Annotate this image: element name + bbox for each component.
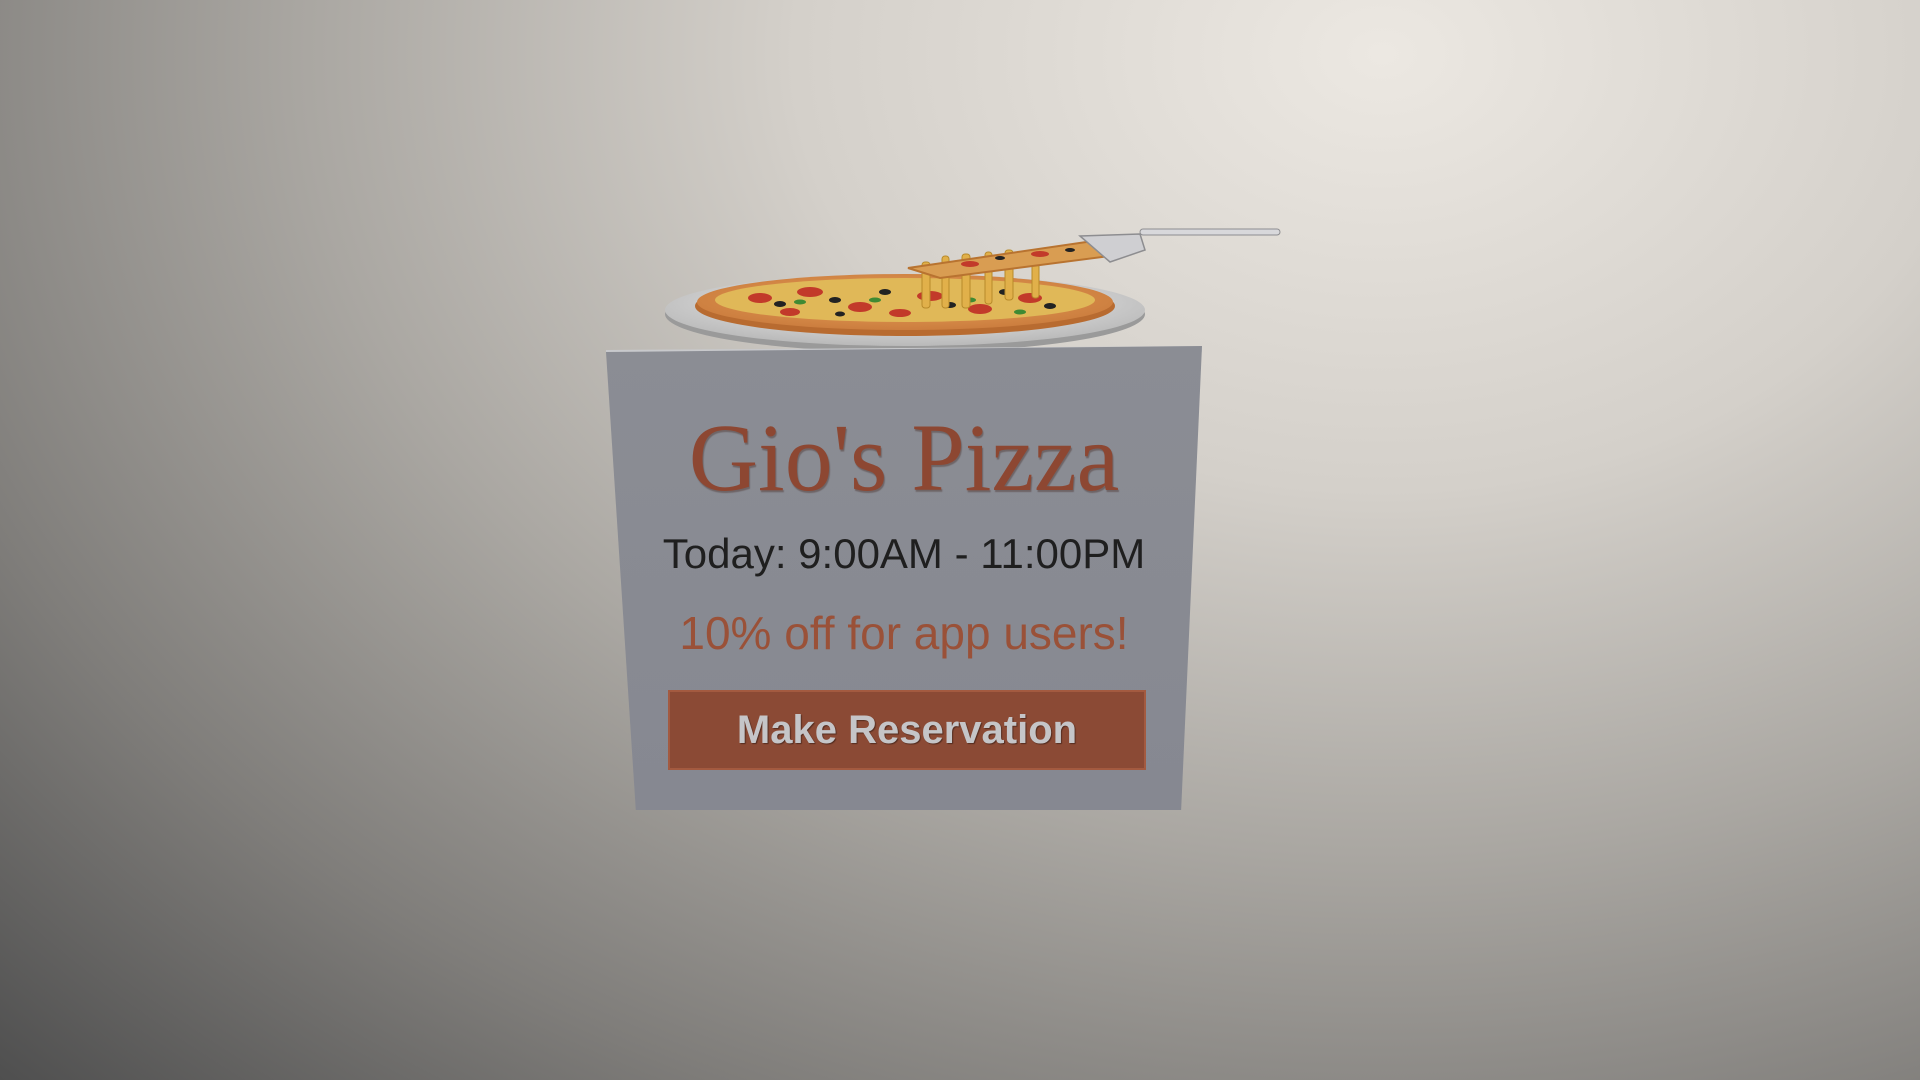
pizza-with-server-icon — [665, 228, 1281, 352]
restaurant-title: Gio's Pizza — [688, 404, 1120, 511]
restaurant-sign-content: Gio's Pizza Today: 9:00AM - 11:00PM 10% … — [606, 346, 1202, 810]
make-reservation-button[interactable]: Make Reservation — [668, 690, 1146, 770]
opening-hours: Today: 9:00AM - 11:00PM — [662, 530, 1146, 577]
3d-viewport[interactable]: Gio's Pizza Today: 9:00AM - 11:00PM 10% … — [0, 0, 1920, 1080]
promo-text: 10% off for app users! — [679, 607, 1129, 659]
